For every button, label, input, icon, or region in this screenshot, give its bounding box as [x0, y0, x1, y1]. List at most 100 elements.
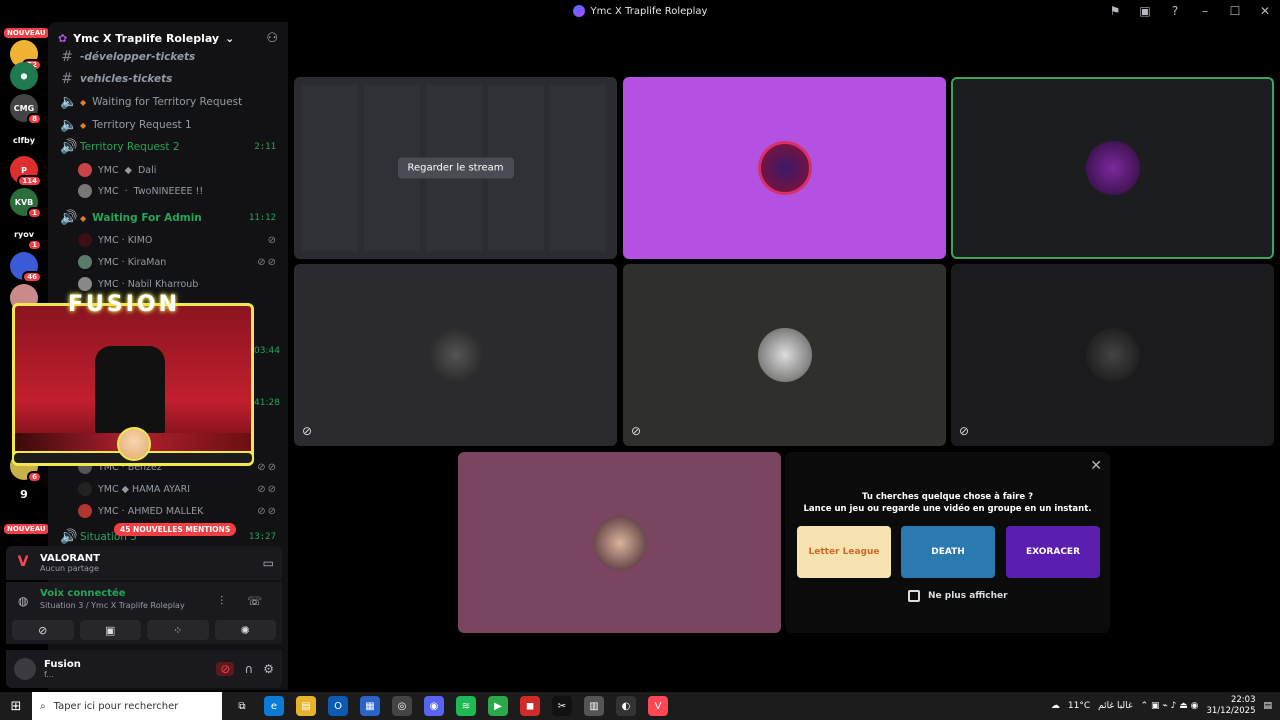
voice-controls[interactable]: ⫶ ☏	[220, 594, 272, 609]
participant-avatar	[592, 515, 647, 570]
capcut-icon[interactable]: ✂	[552, 696, 572, 716]
app-icon[interactable]: ◎	[392, 696, 412, 716]
dont-show-again[interactable]: Ne plus afficher	[908, 590, 1008, 602]
screen-share-icon[interactable]: ▭	[263, 556, 274, 570]
voice-user[interactable]: YMC · AHMED MALLEK ⊘⊘	[78, 500, 282, 522]
speaker-live-icon: 🔊	[60, 529, 78, 545]
window-title: Ymc X Traplife Roleplay	[572, 5, 708, 17]
game-card-death[interactable]: DEATH	[901, 526, 995, 578]
user-panel: Fusion f... ⊘ ∩ ⚙	[6, 650, 282, 688]
help-icon[interactable]: ?	[1160, 4, 1190, 18]
play-icon[interactable]: ▶	[488, 696, 508, 716]
activity-title: VALORANT	[40, 553, 100, 564]
maximize-button[interactable]: ☐	[1220, 4, 1250, 18]
app-circle-icon[interactable]: ◐	[616, 696, 636, 716]
server-icon-cmg[interactable]: CMG 8	[10, 94, 42, 125]
participant-tile[interactable]: ⊘	[951, 264, 1274, 446]
channel-developer-tickets[interactable]: # -développer-tickets	[54, 46, 282, 68]
server-icon-red[interactable]: P 114	[10, 156, 42, 187]
game-card-letter-league[interactable]: Letter League	[797, 526, 891, 578]
mic-muted-icon: ⊘	[302, 424, 313, 438]
prompt-subtitle: Lance un jeu ou regarde une vidéo en gro…	[803, 504, 1092, 514]
server-icon-clfby[interactable]: clfby	[10, 126, 38, 154]
channel-territory-1[interactable]: 🔈 ◆ Territory Request 1	[54, 114, 282, 136]
avatar	[78, 184, 92, 198]
hash-icon: #	[61, 71, 73, 87]
camera-off-button[interactable]: ⊘	[12, 620, 74, 640]
stream-tile[interactable]: Regarder le stream	[294, 77, 617, 259]
clock[interactable]: 22:03 31/12/2025	[1206, 695, 1255, 717]
user-avatar[interactable]	[14, 658, 36, 680]
activities-button[interactable]: ⁘	[147, 620, 209, 640]
notification-icon[interactable]: ▤	[1263, 701, 1272, 711]
voice-user[interactable]: YMC · KiraMan ⊘⊘	[78, 251, 282, 273]
server-badge-icon: ✿	[58, 31, 68, 45]
game-card-exoracer[interactable]: EXORACER	[1006, 526, 1100, 578]
participant-avatar	[757, 328, 812, 382]
mic-muted-icon[interactable]: ⊘	[216, 662, 235, 676]
outlook-icon[interactable]: O	[328, 696, 348, 716]
fusion-logo: FUSION	[68, 292, 181, 317]
channel-waiting-admin[interactable]: 🔊 ◆ Waiting For Admin 11:12	[54, 207, 282, 229]
settings-gear-icon[interactable]: ⚙	[263, 662, 274, 676]
file-explorer-icon[interactable]: ▤	[296, 696, 316, 716]
new-mentions-badge[interactable]: 45 NOUVELLES MENTIONS	[114, 523, 237, 536]
activity-panel[interactable]: V VALORANT Aucun partage ▭	[6, 546, 282, 580]
inbox-icon[interactable]: ▣	[1130, 4, 1160, 18]
voice-user[interactable]: YMC · TwoNINEEEE !!	[78, 180, 282, 202]
participant-tile[interactable]: ⊘	[623, 264, 946, 446]
window-titlebar: Ymc X Traplife Roleplay ⚑ ▣ ? – ☐ ✕	[0, 0, 1280, 22]
speaker-icon: 🔈	[60, 117, 78, 133]
mic-muted-icon: ⊘	[631, 424, 642, 438]
server-icon	[572, 5, 585, 17]
channel-waiting-territory[interactable]: 🔈 ◆ Waiting for Territory Request	[54, 91, 282, 113]
channel-territory-2[interactable]: 🔊 Territory Request 2 2:11	[54, 136, 282, 158]
participant-tile[interactable]: ⊘	[294, 264, 617, 446]
spotify-icon[interactable]: ≋	[456, 696, 476, 716]
headset-icon[interactable]: ∩	[244, 662, 253, 676]
app-red-icon[interactable]: ◼	[520, 696, 540, 716]
task-view-icon[interactable]: ⧉	[232, 696, 252, 716]
flag-icon[interactable]: ⚑	[1100, 4, 1130, 18]
prompt-title: Tu cherches quelque chose à faire ?	[861, 492, 1034, 502]
server-icon-blue[interactable]: 46	[10, 252, 42, 283]
voice-user[interactable]: YMC ◆ Dali	[78, 159, 282, 181]
close-icon[interactable]: ✕	[1090, 458, 1102, 474]
server-icon-kvb[interactable]: KVB 1	[10, 188, 42, 219]
close-button[interactable]: ✕	[1250, 4, 1280, 18]
server-icon-ryov[interactable]: ryov 1	[10, 220, 42, 251]
watch-stream-button[interactable]: Regarder le stream	[397, 157, 514, 179]
store-icon[interactable]: ▦	[360, 696, 380, 716]
avatar	[78, 482, 92, 496]
soundboard-button[interactable]: ✺	[214, 620, 276, 640]
server-icon-2[interactable]: ⬢	[10, 62, 38, 90]
add-user-icon[interactable]: ⚇	[266, 31, 278, 46]
voice-user[interactable]: YMC · KIMO ⊘	[78, 229, 282, 251]
weather-icon[interactable]: ☁	[1051, 701, 1060, 711]
minimize-button[interactable]: –	[1190, 4, 1220, 18]
participant-tile-speaking[interactable]	[951, 77, 1274, 259]
participant-tile[interactable]	[623, 77, 946, 259]
windows-start-icon[interactable]: ⊞	[0, 699, 32, 714]
muted-deafened-icon: ⊘⊘	[257, 461, 278, 473]
valorant-taskbar-icon[interactable]: V	[648, 696, 668, 716]
voice-status-panel: ◍ Voix connectée Situation 3 / Ymc X Tra…	[6, 582, 282, 644]
edge-icon[interactable]: e	[264, 696, 284, 716]
taskbar-search[interactable]: ⌕ Taper ici pour rechercher	[32, 692, 222, 720]
muted-deafened-icon: ⊘⊘	[257, 256, 278, 268]
server-icon-9[interactable]: 9	[10, 480, 38, 508]
weather-temp[interactable]: 11°C	[1068, 701, 1090, 711]
screen-share-button[interactable]: ▣	[79, 620, 141, 640]
app-grey-icon[interactable]: ▥	[584, 696, 604, 716]
participant-tile[interactable]	[458, 452, 781, 633]
tray-icons[interactable]: ⌃ ▣ ⌁ ♪ ⏏ ◉	[1141, 701, 1199, 711]
voice-buttons: ⊘ ▣ ⁘ ✺	[12, 620, 276, 640]
checkbox[interactable]	[908, 590, 920, 602]
voice-user[interactable]: YMC ◆ HAMA AYARI ⊘⊘	[78, 478, 282, 500]
discord-icon[interactable]: ◉	[424, 696, 444, 716]
participant-avatar	[1085, 141, 1140, 195]
channel-vehicles-tickets[interactable]: # vehicles-tickets	[54, 68, 282, 90]
muted-deafened-icon: ⊘⊘	[257, 505, 278, 517]
window-title-text: Ymc X Traplife Roleplay	[590, 5, 708, 17]
speaker-live-icon: 🔊	[60, 139, 78, 155]
